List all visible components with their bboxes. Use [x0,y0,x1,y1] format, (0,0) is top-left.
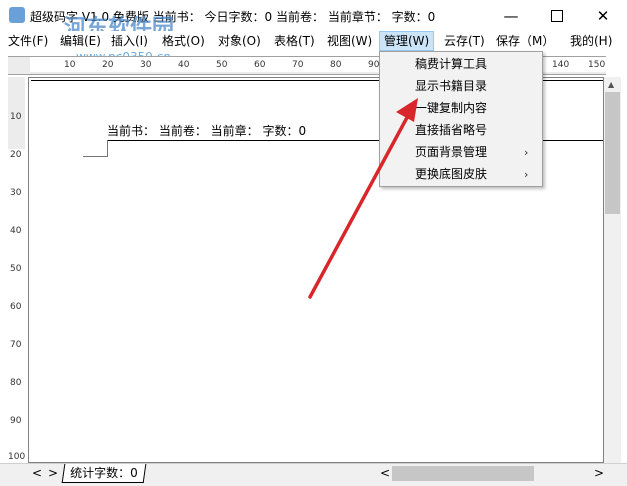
ruler-label: 30 [140,60,152,70]
ruler-label: 20 [10,150,22,160]
ruler-label: 40 [10,226,22,236]
hscroll-left-icon[interactable]: < [380,466,390,480]
menu-table[interactable]: 表格(T) [270,31,319,51]
menu-item-insert-ellipsis[interactable]: 直接插省略号 [415,119,487,141]
ruler-label: 30 [10,188,22,198]
menu-object[interactable]: 对象(O) [214,31,265,51]
tab-scroll-left-icon[interactable]: < [32,466,42,480]
horizontal-scroll-thumb[interactable] [392,466,534,481]
tab-scroll-right-icon[interactable]: > [48,466,58,480]
menu-view[interactable]: 视图(W) [323,31,376,51]
hscroll-right-icon[interactable]: > [594,466,604,480]
word-count-label: 统计字数：0 [70,466,138,480]
menu-item-background-manage[interactable]: 页面背景管理 [415,141,487,163]
close-button[interactable]: ✕ [580,0,626,31]
menu-item-fee-calculator[interactable]: 稿费计算工具 [415,53,487,75]
menu-item-show-catalog[interactable]: 显示书籍目录 [415,75,487,97]
ruler-label: 60 [10,302,22,312]
ruler-label: 70 [10,340,22,350]
minimize-icon: — [503,6,519,25]
maximize-button[interactable] [534,0,580,31]
menu-cloud[interactable]: 云存(T) [440,31,489,51]
ruler-label: 90 [368,60,380,70]
menu-insert[interactable]: 插入(I) [107,31,152,51]
menu-file[interactable]: 文件(F) [4,31,52,51]
maximize-icon [551,9,563,22]
menu-save[interactable]: 保存（M） [492,31,558,51]
ruler-label: 80 [330,60,342,70]
minimize-button[interactable]: — [488,0,534,31]
menu-item-copy-content[interactable]: 一键复制内容 [415,97,487,119]
scroll-up-icon[interactable]: ▲ [608,80,614,89]
submenu-arrow-icon: › [524,168,529,181]
menu-item-change-skin[interactable]: 更换底图皮肤 [415,163,487,185]
ruler-label: 60 [254,60,266,70]
word-count-tab[interactable]: 统计字数：0 [61,464,146,483]
app-icon [9,7,25,23]
ruler-label: 150 [588,60,606,70]
page-header-text: 当前书： 当前卷： 当前章： 字数：0 [107,124,307,138]
ruler-label: 10 [10,112,22,122]
submenu-arrow-icon: › [524,146,529,159]
menu-mine[interactable]: 我的(H) [566,31,616,51]
ruler-label: 90 [10,416,22,426]
ruler-label: 50 [216,60,228,70]
ruler-label: 40 [178,60,190,70]
ruler-label: 140 [552,60,570,70]
close-icon: ✕ [596,6,610,25]
menu-manage[interactable]: 管理(W) [379,31,435,51]
ruler-label: 50 [10,264,22,274]
menu-edit[interactable]: 编辑(E) [56,31,105,51]
ruler-label: 100 [8,452,26,462]
margin-corner-mark [83,140,108,157]
ruler-label: 10 [64,60,76,70]
ruler-label: 70 [292,60,304,70]
ruler-label: 20 [102,60,114,70]
ruler-label: 80 [10,378,22,388]
vertical-scroll-thumb[interactable] [605,92,620,214]
menu-format[interactable]: 格式(O) [158,31,209,51]
manage-dropdown-menu: 稿费计算工具 显示书籍目录 一键复制内容 直接插省略号 页面背景管理 › 更换底… [379,51,543,187]
